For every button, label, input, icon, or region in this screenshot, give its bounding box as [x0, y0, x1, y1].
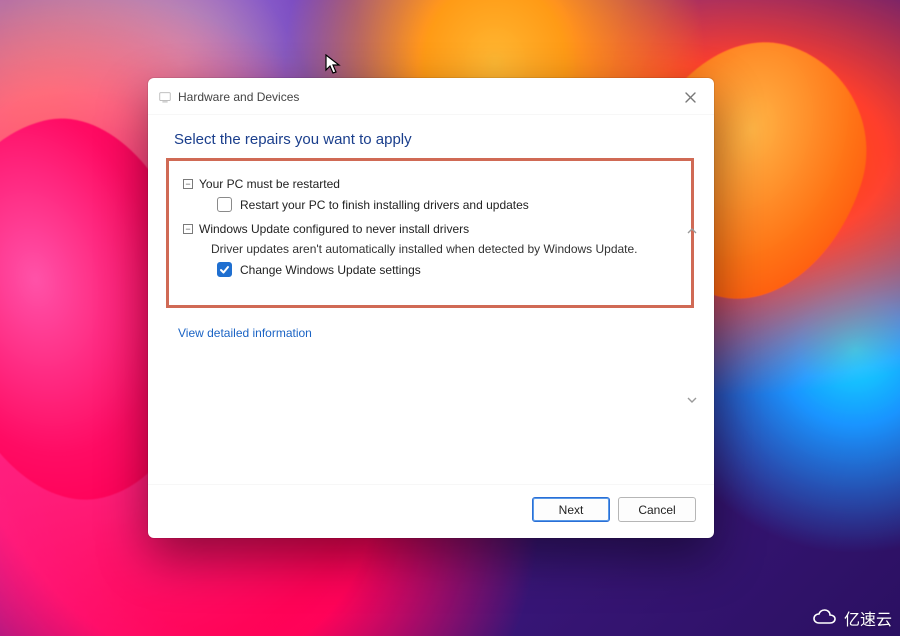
repair-group-header: − Your PC must be restarted: [183, 177, 677, 191]
restart-pc-checkbox[interactable]: [217, 197, 232, 212]
collapse-toggle[interactable]: −: [183, 224, 193, 234]
close-button[interactable]: [676, 86, 704, 108]
repair-group: − Windows Update configured to never ins…: [183, 222, 677, 277]
checkmark-icon: [219, 264, 230, 275]
scroll-up-icon: [687, 225, 697, 235]
watermark-text: 亿速云: [844, 606, 892, 630]
collapse-toggle[interactable]: −: [183, 179, 193, 189]
page-heading: Select the repairs you want to apply: [174, 131, 688, 150]
dialog-footer: Next Cancel: [148, 484, 714, 538]
hardware-icon: [158, 90, 172, 104]
view-detailed-information-link[interactable]: View detailed information: [178, 326, 312, 340]
repair-group-header: − Windows Update configured to never ins…: [183, 222, 677, 236]
next-button[interactable]: Next: [532, 497, 610, 522]
troubleshooter-dialog: Hardware and Devices Select the repairs …: [148, 78, 714, 538]
title-bar: Hardware and Devices: [148, 78, 714, 115]
repair-option-label: Change Windows Update settings: [240, 263, 421, 277]
change-update-settings-checkbox[interactable]: [217, 262, 232, 277]
watermark: 亿速云: [812, 606, 892, 630]
repair-group-title: Windows Update configured to never insta…: [199, 222, 469, 236]
repair-group-title: Your PC must be restarted: [199, 177, 340, 191]
repair-option-label: Restart your PC to finish installing dri…: [240, 198, 529, 212]
window-title: Hardware and Devices: [178, 90, 676, 104]
scroll-down-icon: [687, 396, 697, 406]
highlighted-repairs-box: − Your PC must be restarted Restart your…: [166, 158, 694, 308]
repair-option-row: Change Windows Update settings: [217, 262, 677, 277]
cancel-button[interactable]: Cancel: [618, 497, 696, 522]
repair-option-row: Restart your PC to finish installing dri…: [217, 197, 677, 212]
cloud-icon: [812, 609, 838, 627]
repair-group: − Your PC must be restarted Restart your…: [183, 177, 677, 212]
close-icon: [685, 92, 696, 103]
dialog-content: Select the repairs you want to apply − Y…: [148, 115, 714, 484]
scrollbar[interactable]: [688, 231, 696, 400]
repair-group-description: Driver updates aren't automatically inst…: [211, 242, 677, 256]
